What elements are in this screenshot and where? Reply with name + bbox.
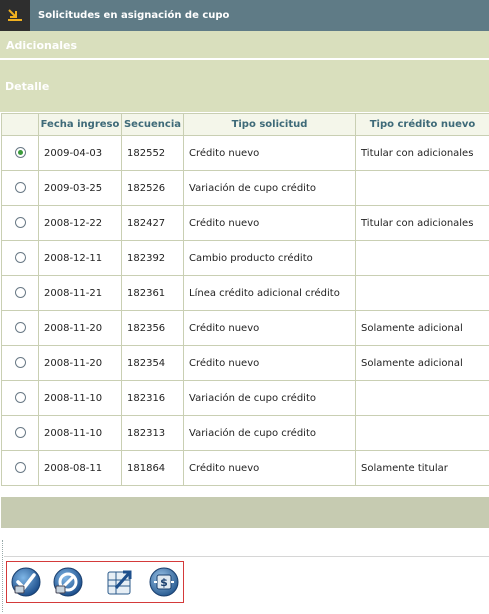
table-header-row: Fecha ingreso Secuencia Tipo solicitud T… [1, 113, 489, 136]
table-row[interactable]: 2008-11-10 182316 Variación de cupo crédit… [1, 380, 489, 416]
cell-tipo-solicitud: Variación de cupo crédito [183, 380, 356, 416]
cell-secuencia: 182392 [121, 240, 184, 276]
select-column-header [1, 113, 39, 136]
row-select-radio[interactable] [14, 217, 26, 229]
cell-secuencia: 182356 [121, 310, 184, 346]
row-select-radio[interactable] [14, 357, 26, 369]
cell-tipo-credito-nuevo [355, 415, 489, 451]
cell-fecha-ingreso: 2008-11-10 [38, 415, 122, 451]
table-row[interactable]: 2008-11-20 182356 Crédito nuevo Solamente a… [1, 310, 489, 346]
cell-tipo-solicitud: Crédito nuevo [183, 450, 356, 486]
cell-tipo-credito-nuevo [355, 275, 489, 311]
window-titlebar: Solicitudes en asignación de cupo [0, 0, 489, 31]
row-select-cell [1, 310, 39, 346]
cell-tipo-credito-nuevo: Titular con adicionales [355, 135, 489, 171]
accept-button[interactable] [10, 566, 42, 598]
table-footer-band [1, 497, 489, 528]
cell-tipo-credito-nuevo [355, 240, 489, 276]
row-select-radio[interactable] [14, 182, 26, 194]
table-row[interactable]: 2008-12-11 182392 Cambio producto crédito [1, 240, 489, 276]
table-row[interactable]: 2008-08-11 181864 Crédito nuevo Solamente t… [1, 450, 489, 486]
table-row[interactable]: 2008-12-22 182427 Crédito nuevo Titular con… [1, 205, 489, 241]
cell-fecha-ingreso: 2008-11-10 [38, 380, 122, 416]
cell-tipo-solicitud: Variación de cupo crédito [183, 170, 356, 206]
cell-secuencia: 182361 [121, 275, 184, 311]
row-select-radio[interactable] [14, 147, 26, 159]
app-logo [0, 0, 30, 31]
table-row[interactable]: 2008-11-10 182313 Variación de cupo crédit… [1, 415, 489, 451]
accept-icon [11, 567, 41, 597]
cell-fecha-ingreso: 2008-11-21 [38, 275, 122, 311]
column-header-fecha[interactable]: Fecha ingreso [38, 113, 122, 136]
horizontal-divider [4, 556, 489, 557]
cell-secuencia: 182552 [121, 135, 184, 171]
row-select-radio[interactable] [14, 462, 26, 474]
column-header-tipo-credito[interactable]: Tipo crédito nuevo [355, 113, 489, 136]
section-adicionales: Adicionales [0, 31, 489, 59]
table-row[interactable]: 2009-03-25 182526 Variación de cupo crédit… [1, 170, 489, 206]
cell-tipo-solicitud: Crédito nuevo [183, 135, 356, 171]
row-select-radio[interactable] [14, 252, 26, 264]
cell-fecha-ingreso: 2008-12-11 [38, 240, 122, 276]
cell-fecha-ingreso: 2008-12-22 [38, 205, 122, 241]
row-select-radio[interactable] [14, 427, 26, 439]
cell-fecha-ingreso: 2008-08-11 [38, 450, 122, 486]
cell-secuencia: 182354 [121, 345, 184, 381]
section-detalle: Detalle [0, 60, 489, 112]
cell-tipo-credito-nuevo [355, 380, 489, 416]
export-icon [107, 570, 132, 595]
cell-tipo-solicitud: Crédito nuevo [183, 310, 356, 346]
quota-button[interactable]: $ [148, 566, 180, 598]
column-header-tipo-solicitud[interactable]: Tipo solicitud [183, 113, 356, 136]
cell-tipo-solicitud: Crédito nuevo [183, 205, 356, 241]
cell-fecha-ingreso: 2009-03-25 [38, 170, 122, 206]
export-button[interactable] [104, 566, 136, 598]
cell-tipo-solicitud: Crédito nuevo [183, 345, 356, 381]
cell-fecha-ingreso: 2008-11-20 [38, 345, 122, 381]
cell-tipo-solicitud: Cambio producto crédito [183, 240, 356, 276]
row-select-cell [1, 170, 39, 206]
cell-secuencia: 182313 [121, 415, 184, 451]
cell-secuencia: 182316 [121, 380, 184, 416]
row-select-cell [1, 275, 39, 311]
dotted-divider [2, 540, 4, 612]
table-row[interactable]: 2008-11-21 182361 Línea crédito adicional … [1, 275, 489, 311]
row-select-cell [1, 415, 39, 451]
row-select-cell [1, 345, 39, 381]
row-select-cell [1, 450, 39, 486]
cell-secuencia: 182427 [121, 205, 184, 241]
cell-tipo-credito-nuevo: Solamente adicional [355, 345, 489, 381]
cell-secuencia: 181864 [121, 450, 184, 486]
cell-tipo-credito-nuevo: Solamente adicional [355, 310, 489, 346]
window-title: Solicitudes en asignación de cupo [38, 10, 230, 21]
reject-button[interactable] [52, 566, 84, 598]
table-row[interactable]: 2009-04-03 182552 Crédito nuevo Titular con… [1, 135, 489, 171]
action-toolbar: $ [6, 561, 184, 603]
cell-tipo-credito-nuevo [355, 170, 489, 206]
row-select-cell [1, 240, 39, 276]
quota-money-icon: $ [149, 567, 179, 597]
row-select-cell [1, 380, 39, 416]
cell-tipo-solicitud: Variación de cupo crédito [183, 415, 356, 451]
row-select-radio[interactable] [14, 392, 26, 404]
cell-fecha-ingreso: 2008-11-20 [38, 310, 122, 346]
section-adicionales-label: Adicionales [6, 39, 78, 52]
cell-fecha-ingreso: 2009-04-03 [38, 135, 122, 171]
row-select-cell [1, 205, 39, 241]
section-detalle-label: Detalle [5, 80, 50, 93]
table-row[interactable]: 2008-11-20 182354 Crédito nuevo Solamente a… [1, 345, 489, 381]
row-select-cell [1, 135, 39, 171]
svg-text:$: $ [160, 576, 168, 589]
row-select-radio[interactable] [14, 287, 26, 299]
cell-tipo-credito-nuevo: Titular con adicionales [355, 205, 489, 241]
reject-icon [53, 567, 83, 597]
row-select-radio[interactable] [14, 322, 26, 334]
column-header-secuencia[interactable]: Secuencia [121, 113, 184, 136]
cell-tipo-credito-nuevo: Solamente titular [355, 450, 489, 486]
requests-table: Fecha ingreso Secuencia Tipo solicitud T… [1, 113, 489, 486]
arrow-down-right-icon [8, 9, 22, 21]
cell-secuencia: 182526 [121, 170, 184, 206]
cell-tipo-solicitud: Línea crédito adicional crédito [183, 275, 356, 311]
